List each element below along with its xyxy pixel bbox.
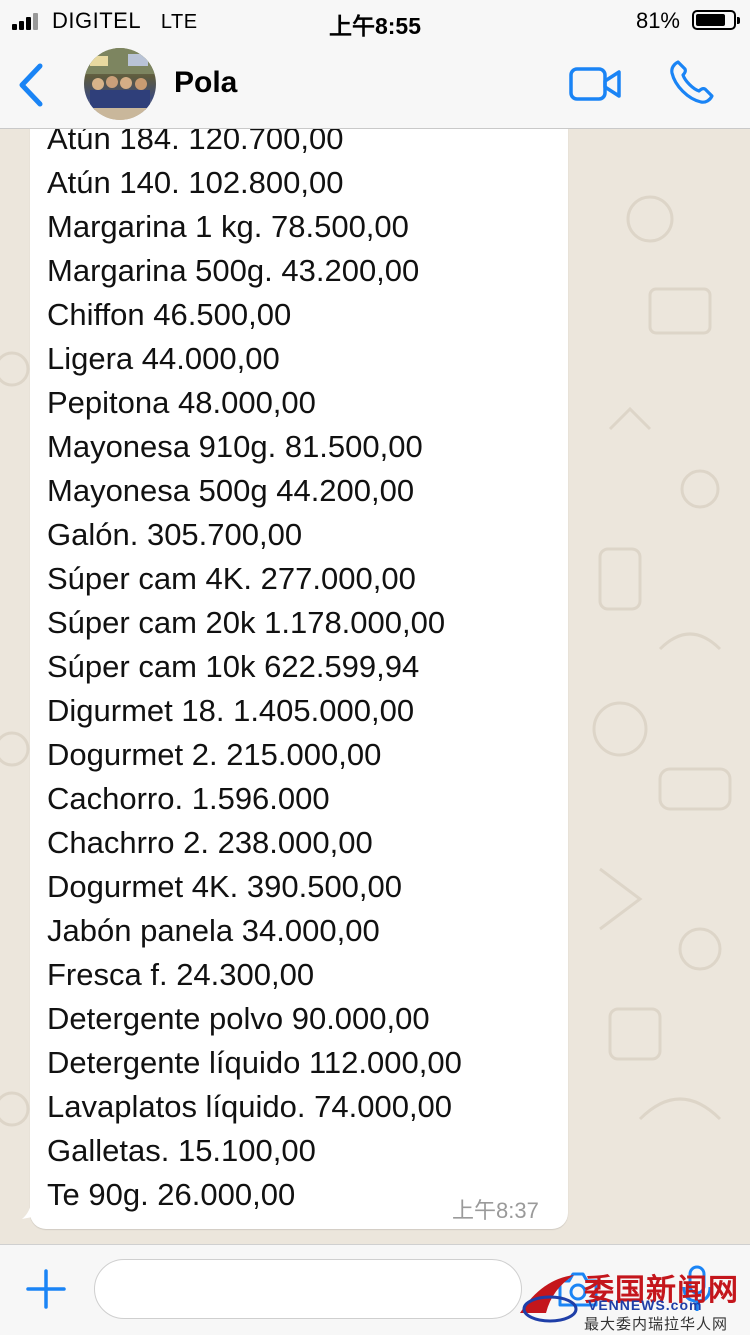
watermark: 委国新闻网 VENNEWS.com 最大委内瑞拉华人网 (512, 1263, 750, 1335)
message-line: Súper cam 10k 622.599,94 (47, 649, 420, 684)
message-line: Galletas. 15.100,00 (47, 1133, 316, 1168)
message-line: Detergente polvo 90.000,00 (47, 1001, 430, 1036)
message-line: Fresca f. 24.300,00 (47, 957, 315, 992)
message-line: Dogurmet 2. 215.000,00 (47, 737, 382, 772)
message-line: Dogurmet 4K. 390.500,00 (47, 869, 403, 904)
message-input-bar: 委国新闻网 VENNEWS.com 最大委内瑞拉华人网 (0, 1244, 750, 1335)
status-bar: DIGITEL LTE 上午8:55 81% (0, 0, 750, 42)
battery-level-fill (696, 14, 725, 26)
message-line: Mayonesa 910g. 81.500,00 (47, 429, 423, 464)
message-line: Mayonesa 500g 44.200,00 (47, 473, 415, 508)
watermark-logo (520, 1275, 578, 1323)
message-line: Detergente líquido 112.000,00 (47, 1045, 462, 1080)
message-line: Chiffon 46.500,00 (47, 297, 292, 332)
message-line: Margarina 500g. 43.200,00 (47, 253, 420, 288)
message-line: Pepitona 48.000,00 (47, 385, 316, 420)
attach-button[interactable] (24, 1267, 68, 1311)
plus-icon (26, 1269, 66, 1309)
message-line: Súper cam 4K. 277.000,00 (47, 561, 416, 596)
message-line: Atún 184. 120.700,00 (47, 129, 344, 156)
bubble-tail (22, 1199, 42, 1219)
contact-avatar[interactable] (84, 48, 156, 120)
video-camera-icon (569, 67, 621, 101)
message-line: Atún 140. 102.800,00 (47, 165, 344, 200)
message-line: Jabón panela 34.000,00 (47, 913, 380, 948)
message-line: Margarina 1 kg. 78.500,00 (47, 209, 409, 244)
message-line: Cachorro. 1.596.000 (47, 781, 330, 816)
message-line: Súper cam 20k 1.178.000,00 (47, 605, 446, 640)
chat-header: Pola (0, 42, 750, 129)
battery-percentage: 81% (635, 8, 680, 33)
back-button[interactable] (12, 60, 52, 110)
phone-icon (670, 60, 714, 104)
message-input[interactable] (94, 1259, 522, 1319)
message-line: Digurmet 18. 1.405.000,00 (47, 693, 415, 728)
chevron-left-icon (19, 63, 43, 107)
video-call-button[interactable] (568, 64, 622, 104)
message-line: Chachrro 2. 238.000,00 (47, 825, 373, 860)
message-line: Lavaplatos líquido. 74.000,00 (47, 1089, 453, 1124)
message-text: Atún 184. 120.700,00 Atún 140. 102.800,0… (47, 129, 567, 1217)
contact-name[interactable]: Pola (174, 66, 237, 100)
chat-area[interactable]: Atún 184. 120.700,00 Atún 140. 102.800,0… (0, 129, 750, 1244)
watermark-site: VENNEWS.com (588, 1297, 703, 1313)
message-line: Galón. 305.700,00 (47, 517, 303, 552)
voice-call-button[interactable] (668, 58, 716, 106)
message-line: Ligera 44.000,00 (47, 341, 280, 376)
watermark-subtitle: 最大委内瑞拉华人网 (584, 1315, 729, 1333)
battery-icon (692, 10, 740, 30)
message-timestamp: 上午8:37 (452, 1198, 539, 1223)
group-photo-image (84, 48, 156, 120)
